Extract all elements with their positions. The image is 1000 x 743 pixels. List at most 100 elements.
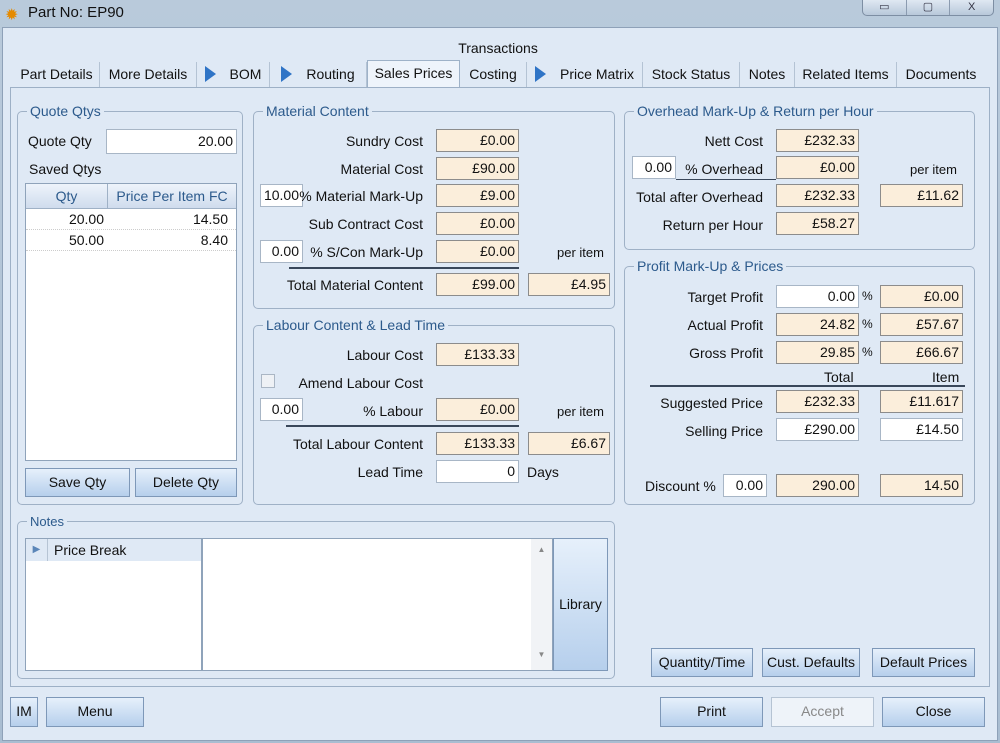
discount-total-field: 290.00 [776,474,859,497]
tab-routing[interactable]: Routing [270,62,367,87]
notes-scrollbar[interactable]: ▲ ▼ [531,539,552,670]
nett-cost-field: £232.33 [776,129,859,152]
discount-item-field: 14.50 [880,474,963,497]
gross-profit-pct-field: 29.85 [776,341,859,364]
cell-price: 14.50 [192,211,228,227]
target-profit-pct-input[interactable]: 0.00 [776,285,859,308]
target-profit-label: Target Profit [687,289,763,305]
cell-price: 8.40 [200,232,228,248]
overhead-pct-label: % Overhead [685,161,763,177]
pct-sign: % [862,289,873,303]
maximize-button[interactable]: ▢ [907,0,951,15]
total-material-label: Total Material Content [286,277,423,293]
tab-notes[interactable]: Notes [740,62,795,87]
selling-price-item-input[interactable]: £14.50 [880,418,963,441]
total-material-item-field: £4.95 [528,273,610,296]
material-markup-field: £9.00 [436,184,519,207]
tab-stock-status[interactable]: Stock Status [643,62,740,87]
window-controls: ▭ ▢ X [862,0,994,16]
subcon-cost-label: Sub Contract Cost [308,216,423,232]
overhead-pct-input[interactable]: 0.00 [632,156,676,179]
lead-time-unit: Days [527,464,559,480]
lead-time-label: Lead Time [357,464,423,480]
sundry-cost-field: £0.00 [436,129,519,152]
overhead-pct-field: £0.00 [776,156,859,179]
minimize-button[interactable]: ▭ [863,0,907,15]
default-prices-button[interactable]: Default Prices [872,648,975,677]
sundry-cost-label: Sundry Cost [345,133,423,149]
total-after-overhead-field: £232.33 [776,184,859,207]
pct-sign: % [862,317,873,331]
save-qty-button[interactable]: Save Qty [25,468,130,497]
cust-defaults-button[interactable]: Cust. Defaults [762,648,860,677]
accept-button[interactable]: Accept [771,697,874,727]
menu-button[interactable]: Menu [46,697,144,727]
return-per-hour-label: Return per Hour [662,217,763,233]
per-item-label: per item [557,245,604,260]
tab-more-details[interactable]: More Details [100,62,197,87]
divider [286,425,519,427]
actual-profit-pct-field: 24.82 [776,313,859,336]
notes-textarea[interactable] [202,538,553,671]
total-labour-label: Total Labour Content [293,436,423,452]
total-material-field: £99.00 [436,273,519,296]
lead-time-input[interactable]: 0 [436,460,519,483]
close-window-button[interactable]: X [950,0,993,15]
print-button[interactable]: Print [660,697,763,727]
target-profit-field: £0.00 [880,285,963,308]
quantity-time-button[interactable]: Quantity/Time [651,648,753,677]
selling-price-input[interactable]: £290.00 [776,418,859,441]
labour-cost-label: Labour Cost [346,347,423,363]
delete-qty-button[interactable]: Delete Qty [135,468,237,497]
tab-part-details[interactable]: Part Details [14,62,100,87]
quote-qty-input[interactable]: 20.00 [106,129,237,154]
labour-pct-input[interactable]: 0.00 [260,398,303,421]
im-button[interactable]: IM [10,697,38,727]
column-header-price[interactable]: Price Per Item FC [108,184,236,208]
discount-label: Discount % [645,478,716,494]
selling-price-label: Selling Price [685,423,763,439]
tab-label: Price Matrix [560,66,634,82]
pct-sign: % [862,345,873,359]
total-labour-item-field: £6.67 [528,432,610,455]
close-button[interactable]: Close [882,697,985,727]
divider [650,385,965,387]
tab-price-matrix[interactable]: Price Matrix [527,62,643,87]
cell-qty: 50.00 [68,232,104,248]
table-row[interactable]: 20.00 14.50 [26,209,236,230]
scroll-up-icon[interactable]: ▲ [531,545,552,554]
group-title: Profit Mark-Up & Prices [634,258,787,274]
row-selector-icon: ▶ [26,539,48,561]
group-title: Labour Content & Lead Time [263,317,449,333]
arrow-icon [535,66,547,82]
actual-profit-label: Actual Profit [687,317,763,333]
group-title: Material Content [263,103,372,119]
subcon-markup-pct-input[interactable]: 0.00 [260,240,303,263]
amend-labour-checkbox[interactable] [261,374,275,388]
scroll-down-icon[interactable]: ▼ [531,650,552,659]
tab-bom[interactable]: BOM [197,62,270,87]
subcon-cost-field: £0.00 [436,212,519,235]
material-markup-pct-input[interactable]: 10.00 [260,184,303,207]
quote-qty-label: Quote Qty [28,133,92,149]
total-after-overhead-label: Total after Overhead [636,189,763,205]
tab-sales-prices[interactable]: Sales Prices [367,60,460,88]
gross-profit-field: £66.67 [880,341,963,364]
tab-label: BOM [229,66,262,82]
saved-qtys-grid[interactable]: Qty Price Per Item FC 20.00 14.50 50.00 8.… [25,183,237,461]
app-icon: ✹ [5,7,19,24]
tab-documents[interactable]: Documents [897,62,985,87]
tab-costing[interactable]: Costing [460,62,527,87]
library-button[interactable]: Library [553,538,608,671]
gross-profit-label: Gross Profit [689,345,763,361]
notes-list[interactable]: ▶ Price Break [25,538,202,671]
item-header: Item [932,369,960,385]
actual-profit-field: £57.67 [880,313,963,336]
tab-related-items[interactable]: Related Items [795,62,897,87]
table-row[interactable]: 50.00 8.40 [26,230,236,251]
list-item[interactable]: ▶ Price Break [26,539,201,561]
discount-input[interactable]: 0.00 [723,474,767,497]
amend-labour-label: Amend Labour Cost [298,375,423,391]
total-header: Total [824,369,854,385]
column-header-qty[interactable]: Qty [26,184,108,208]
